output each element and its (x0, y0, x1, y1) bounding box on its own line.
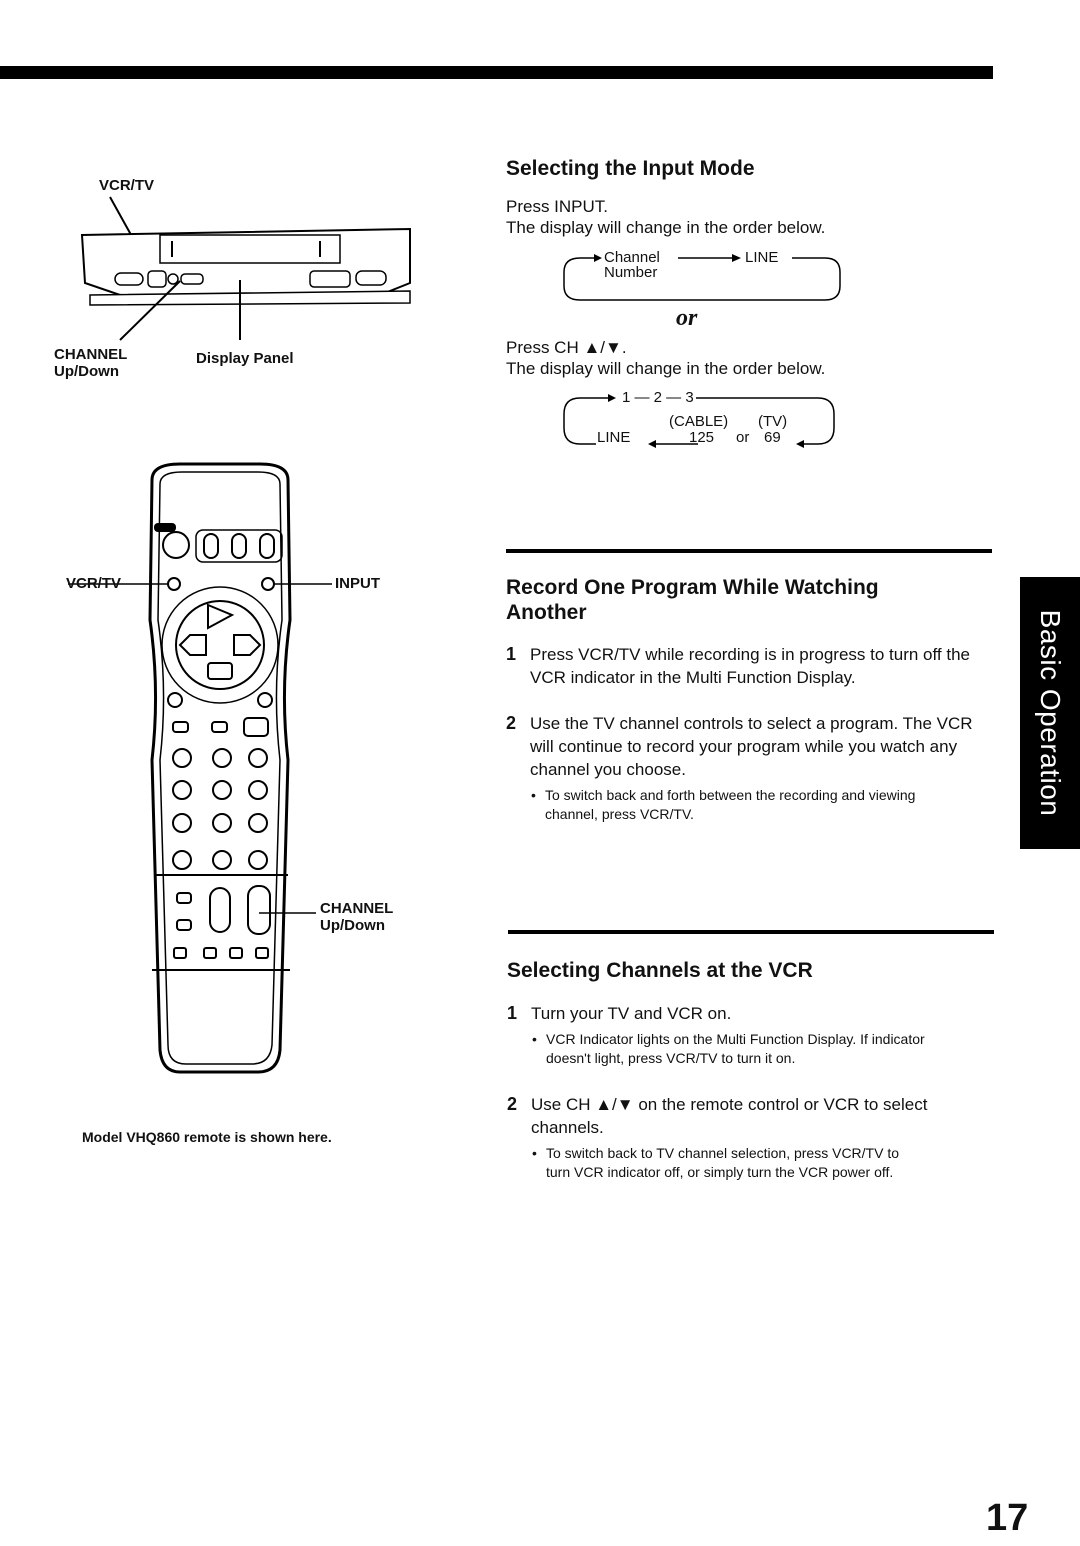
remote-label-updown: Up/Down (320, 917, 385, 934)
cycle2-line: LINE (597, 429, 631, 446)
input-mode-line3: Press CH ▲/▼. (506, 338, 627, 357)
bullet-dot: • (531, 787, 536, 803)
remote-label-input: INPUT (335, 575, 380, 592)
vcr-label-vcrtv: VCR/TV (99, 177, 155, 194)
heading-record-one-l1: Record One Program While Watching (506, 576, 879, 599)
record-step-2: 2 Use the TV channel controls to select … (506, 712, 981, 781)
cycle2-or: or (736, 429, 750, 446)
channels-step-1: 1 Turn your TV and VCR on. (507, 1002, 977, 1025)
page-number: 17 (986, 1497, 1029, 1539)
input-cycle-diagram (563, 254, 841, 301)
step-number: 1 (507, 1003, 518, 1023)
remote-control-illustration (68, 462, 332, 1074)
input-mode-line1: Press INPUT. (506, 197, 609, 216)
vcr-label-channel: CHANNEL (54, 346, 128, 363)
side-tab-label: Basic Operation (1035, 609, 1066, 817)
heading-record-one-l2: Another (506, 601, 587, 624)
bullet-text: To switch back to TV channel selection, … (546, 1145, 900, 1180)
cycle1-channel: Channel (604, 249, 660, 266)
cycle2-cable: (CABLE) (669, 413, 729, 430)
step-number: 2 (506, 713, 517, 733)
input-mode-line2: The display will change in the order bel… (506, 218, 826, 237)
cycle1-number: Number (604, 264, 658, 281)
heading-input-mode: Selecting the Input Mode (506, 157, 755, 180)
input-mode-line4: The display will change in the order bel… (506, 359, 826, 378)
top-rule (0, 66, 993, 79)
remote-label-channel: CHANNEL (320, 900, 394, 917)
channels-bullet-2: • To switch back to TV channel selection… (532, 1144, 922, 1182)
step-number: 2 (507, 1094, 518, 1114)
step-text: Use CH ▲/▼ on the remote control or VCR … (531, 1095, 928, 1137)
cycle1-line: LINE (745, 249, 779, 266)
remote-caption: Model VHQ860 remote is shown here. (82, 1129, 332, 1145)
channels-step-2: 2 Use CH ▲/▼ on the remote control or VC… (507, 1093, 947, 1139)
cycle2-tv: (TV) (758, 413, 788, 430)
bullet-text: VCR Indicator lights on the Multi Functi… (546, 1031, 925, 1066)
step-number: 1 (506, 644, 517, 664)
record-step-1: 1 Press VCR/TV while recording is in pro… (506, 643, 981, 689)
or-separator: or (676, 305, 698, 331)
vcr-front-illustration (80, 196, 411, 341)
bullet-dot: • (532, 1031, 537, 1047)
step-text: Use the TV channel controls to select a … (530, 714, 973, 779)
bullet-dot: • (532, 1145, 537, 1161)
vcr-label-display: Display Panel (196, 350, 294, 367)
section-divider-2 (508, 930, 994, 934)
record-bullet: • To switch back and forth between the r… (531, 786, 951, 824)
remote-label-vcrtv: VCR/TV (66, 575, 122, 592)
bullet-text: To switch back and forth between the rec… (545, 787, 916, 822)
step-text: Turn your TV and VCR on. (531, 1004, 732, 1023)
cycle2-sequence: 1 — 2 — 3 (620, 389, 696, 406)
cycle2-125: 125 (689, 429, 715, 446)
vcr-label-updown: Up/Down (54, 363, 119, 380)
step-text: Press VCR/TV while recording is in progr… (530, 645, 970, 687)
section-side-tab: Basic Operation (1020, 577, 1080, 849)
cycle2-69: 69 (764, 429, 781, 446)
heading-selecting-channels: Selecting Channels at the VCR (507, 959, 813, 982)
section-divider-1 (506, 549, 992, 553)
channels-bullet-1: • VCR Indicator lights on the Multi Func… (532, 1030, 952, 1068)
